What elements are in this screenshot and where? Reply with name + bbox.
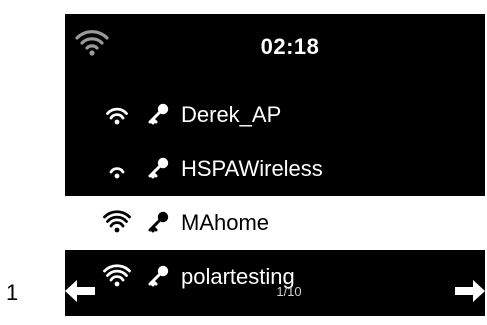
key-icon: [148, 157, 169, 179]
key-icon: [148, 103, 169, 125]
arrow-right-icon[interactable]: [455, 278, 485, 304]
network-item[interactable]: MAhome: [65, 196, 485, 250]
network-ssid: HSPAWireless: [181, 156, 323, 181]
network-ssid: MAhome: [181, 210, 270, 235]
figure-number: 1: [6, 280, 19, 305]
status-bar: 02:18: [65, 14, 485, 92]
network-item[interactable]: HSPAWireless: [65, 142, 485, 196]
key-icon: [148, 211, 169, 233]
wifi-icon: [109, 167, 125, 179]
radio-display: 02:18 Derek_AP HSPAWireless MAhome polar…: [65, 14, 485, 316]
footer-bar: 1/10: [65, 268, 485, 316]
network-ssid: Derek_AP: [181, 102, 282, 127]
figure-container: 1 02:18 Derek_AP HSPAWireless MAhome pol…: [0, 0, 487, 325]
page-indicator: 1/10: [276, 284, 302, 299]
wifi-icon: [106, 107, 128, 125]
network-item[interactable]: Derek_AP: [65, 88, 485, 142]
clock: 02:18: [260, 34, 320, 59]
wifi-icon: [103, 210, 131, 233]
